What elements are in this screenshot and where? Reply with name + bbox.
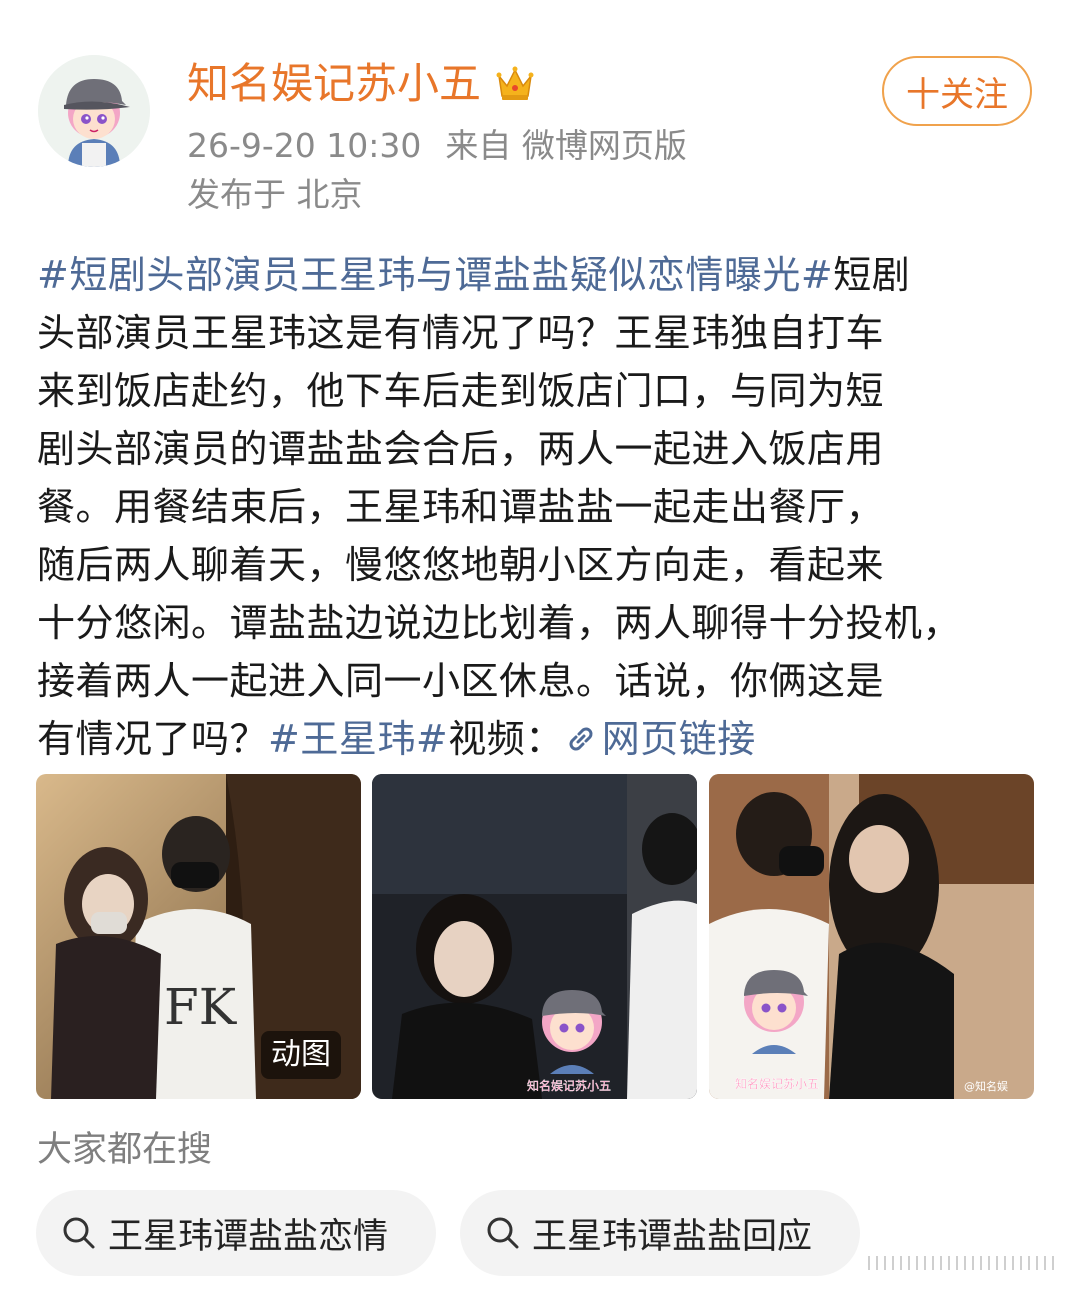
gesture-bar xyxy=(868,1256,1058,1270)
post-text: 有情况了吗？ xyxy=(37,717,269,761)
post-text: 短剧 xyxy=(833,253,911,297)
post-line: 剧头部演员的谭盐盐会合后，两人一起进入饭店用 xyxy=(37,420,1037,478)
author-avatar[interactable] xyxy=(38,55,150,167)
gif-badge: 动图 xyxy=(261,1031,341,1079)
post-line: #短剧头部演员王星玮与谭盐盐疑似恋情曝光#短剧 xyxy=(37,246,1037,304)
link-icon xyxy=(569,727,593,751)
post-line: 随后两人聊着天，慢悠悠地朝小区方向走，看起来 xyxy=(37,536,1037,594)
watermark-text: 知名娱记苏小五 xyxy=(527,1078,611,1093)
hashtag-link[interactable]: #王星玮# xyxy=(268,717,448,761)
post-source: 来自 微博网页版 xyxy=(445,126,687,165)
post-line: 餐。用餐结束后，王星玮和谭盐盐一起走出餐厅， xyxy=(37,478,1037,536)
post-meta: 26-9-20 10:30 来自 微博网页版 xyxy=(187,124,687,168)
photo-2[interactable]: 知名娱记苏小五 xyxy=(372,774,697,1099)
photo-3[interactable]: 知名娱记苏小五 @知名娱 xyxy=(709,774,1034,1099)
post-text: 来到饭店赴约，他下车后走到饭店门口，与同为短 xyxy=(37,369,885,413)
post-body: #短剧头部演员王星玮与谭盐盐疑似恋情曝光#短剧头部演员王星玮这是有情况了吗？王星… xyxy=(37,246,1037,768)
search-chip-label: 王星玮谭盐盐回应 xyxy=(532,1216,813,1257)
hashtag-link[interactable]: #短剧头部演员王星玮与谭盐盐疑似恋情曝光# xyxy=(37,253,833,297)
post-text: 剧头部演员的谭盐盐会合后，两人一起进入饭店用 xyxy=(37,427,885,471)
post-text: 视频： xyxy=(448,717,564,761)
post-timestamp: 26-9-20 10:30 xyxy=(187,126,422,165)
post-text: 接着两人一起进入同一小区休息。话说，你俩这是 xyxy=(37,659,885,703)
author-name-text[interactable]: 知名娱记苏小五 xyxy=(187,56,481,112)
post-line: 头部演员王星玮这是有情况了吗？王星玮独自打车 xyxy=(37,304,1037,362)
trending-search-title: 大家都在搜 xyxy=(37,1130,213,1170)
post-location: 发布于 北京 xyxy=(187,175,363,214)
post-line: 十分悠闲。谭盐盐边说边比划着，两人聊得十分投机， xyxy=(37,594,1037,652)
watermark-text: 知名娱记苏小五 xyxy=(735,1076,819,1091)
weibo-watermark: @知名娱 xyxy=(964,1079,1008,1093)
post-text: 头部演员王星玮这是有情况了吗？王星玮独自打车 xyxy=(37,311,885,355)
crown-icon xyxy=(493,62,537,106)
post-text: 随后两人聊着天，慢悠悠地朝小区方向走，看起来 xyxy=(37,543,885,587)
post-line: 有情况了吗？#王星玮#视频： 网页链接 xyxy=(37,710,1037,768)
search-icon xyxy=(487,1217,519,1249)
follow-button-label: 十关注 xyxy=(906,74,1008,115)
search-chip-label: 王星玮谭盐盐恋情 xyxy=(108,1216,389,1257)
follow-button[interactable]: 十关注 xyxy=(882,56,1032,126)
web-link[interactable]: 网页链接 xyxy=(602,717,756,761)
post-text: 十分悠闲。谭盐盐边说边比划着，两人聊得十分投机， xyxy=(37,601,962,645)
svg-text:FK: FK xyxy=(164,978,238,1036)
search-chip-1[interactable]: 王星玮谭盐盐恋情 xyxy=(36,1190,436,1276)
post-line: 接着两人一起进入同一小区休息。话说，你俩这是 xyxy=(37,652,1037,710)
photo-1[interactable]: FK 动图 xyxy=(36,774,361,1099)
post-text: 餐。用餐结束后，王星玮和谭盐盐一起走出餐厅， xyxy=(37,485,885,529)
author-name[interactable]: 知名娱记苏小五 xyxy=(187,56,537,112)
search-icon xyxy=(63,1217,95,1249)
search-chip-2[interactable]: 王星玮谭盐盐回应 xyxy=(460,1190,860,1276)
photo-grid: FK 动图 知名娱记苏小五 知名娱记苏小五 @知名娱 xyxy=(36,774,1034,1099)
post-line: 来到饭店赴约，他下车后走到饭店门口，与同为短 xyxy=(37,362,1037,420)
